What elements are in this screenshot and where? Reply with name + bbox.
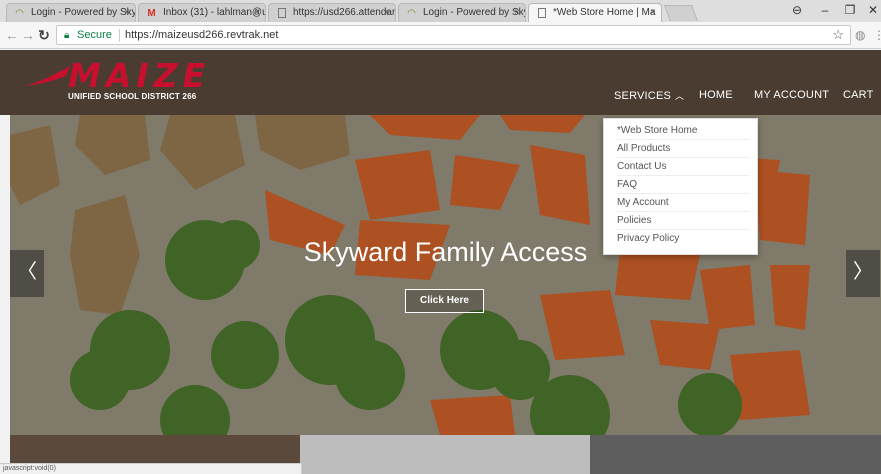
minimize-icon[interactable]: –: [815, 3, 835, 17]
browser-tab[interactable]: ◠ Login - Powered by Sky ×: [6, 3, 136, 22]
gmail-icon: M: [147, 8, 156, 19]
tab-title: https://usd266.attendan: [293, 7, 396, 18]
url-text[interactable]: https://maizeusd266.revtrak.net: [125, 29, 278, 41]
logo-wordmark: MAIZE: [68, 56, 211, 95]
chevron-up-icon: ︿: [675, 91, 685, 101]
page-icon: [538, 8, 546, 18]
profile-icon[interactable]: ⊖: [787, 3, 807, 17]
nav-services[interactable]: SERVICES ︿: [614, 89, 684, 102]
skyward-icon: ◠: [407, 8, 416, 19]
browser-tab[interactable]: https://usd266.attendan ×: [268, 3, 396, 22]
nav-services-label: SERVICES: [614, 90, 672, 102]
logo-subtitle: UNIFIED SCHOOL DISTRICT 266: [68, 92, 197, 101]
dropdown-item-policies[interactable]: Policies: [617, 212, 749, 230]
tab-title: Login - Powered by Sky: [31, 7, 136, 18]
dropdown-item-web-store-home[interactable]: *Web Store Home: [617, 122, 749, 140]
back-icon[interactable]: ←: [5, 27, 19, 43]
reload-icon[interactable]: ↻: [37, 27, 51, 44]
browser-tab[interactable]: M Inbox (31) - lahlman@u ×: [138, 3, 266, 22]
dropdown-item-privacy-policy[interactable]: Privacy Policy: [617, 230, 749, 248]
window-close-icon[interactable]: ✕: [863, 3, 881, 17]
tab-title: Login - Powered by Sky: [423, 7, 526, 18]
dropdown-item-my-account[interactable]: My Account: [617, 194, 749, 212]
logo-swoosh-icon: [24, 66, 70, 86]
tab-title: *Web Store Home | Ma: [553, 7, 656, 18]
extension-icon[interactable]: ◍: [855, 28, 865, 42]
close-icon[interactable]: ×: [384, 4, 390, 22]
browser-tab-active[interactable]: *Web Store Home | Ma ×: [528, 3, 662, 22]
nav-cart[interactable]: CART: [843, 89, 874, 101]
click-here-button[interactable]: Click Here: [405, 289, 484, 313]
site-header: MAIZE UNIFIED SCHOOL DISTRICT 266: [0, 50, 881, 115]
close-icon[interactable]: ×: [650, 4, 656, 22]
forward-icon[interactable]: →: [21, 27, 35, 43]
divider: [119, 29, 120, 42]
security-label: Secure: [77, 29, 112, 41]
maize-logo[interactable]: MAIZE UNIFIED SCHOOL DISTRICT 266: [22, 58, 222, 106]
browser-status-bar: javascript:void(0): [0, 463, 302, 474]
nav-home[interactable]: HOME: [699, 89, 733, 101]
feature-panel-right[interactable]: [590, 435, 881, 474]
browser-tab-strip: ◠ Login - Powered by Sky × M Inbox (31) …: [0, 0, 881, 22]
dropdown-item-contact-us[interactable]: Contact Us: [617, 158, 749, 176]
skyward-icon: ◠: [15, 8, 24, 19]
slider-next-arrow-icon[interactable]: 〉: [846, 250, 880, 297]
close-icon[interactable]: ×: [254, 4, 260, 22]
nav-my-account[interactable]: MY ACCOUNT: [754, 89, 829, 101]
browser-tab[interactable]: ◠ Login - Powered by Sky ×: [398, 3, 526, 22]
bookmark-star-icon[interactable]: ☆: [832, 27, 844, 43]
menu-icon[interactable]: ⋮: [873, 28, 881, 42]
maximize-icon[interactable]: ❐: [840, 3, 860, 17]
lock-icon: 🔒︎: [64, 30, 70, 41]
tab-title: Inbox (31) - lahlman@u: [163, 7, 266, 18]
dropdown-item-faq[interactable]: FAQ: [617, 176, 749, 194]
page-icon: [278, 8, 286, 18]
slider-prev-arrow-icon[interactable]: 〈: [10, 250, 44, 297]
close-icon[interactable]: ×: [124, 4, 130, 22]
browser-toolbar: ← → ↻ 🔒︎ Secure https://maizeusd266.revt…: [0, 22, 881, 49]
close-icon[interactable]: ×: [514, 4, 520, 22]
new-tab-button[interactable]: [664, 5, 698, 21]
services-dropdown-menu: *Web Store Home All Products Contact Us …: [603, 118, 758, 255]
address-bar[interactable]: 🔒︎ Secure https://maizeusd266.revtrak.ne…: [56, 25, 851, 45]
dropdown-item-all-products[interactable]: All Products: [617, 140, 749, 158]
feature-panel-middle[interactable]: [300, 435, 590, 474]
